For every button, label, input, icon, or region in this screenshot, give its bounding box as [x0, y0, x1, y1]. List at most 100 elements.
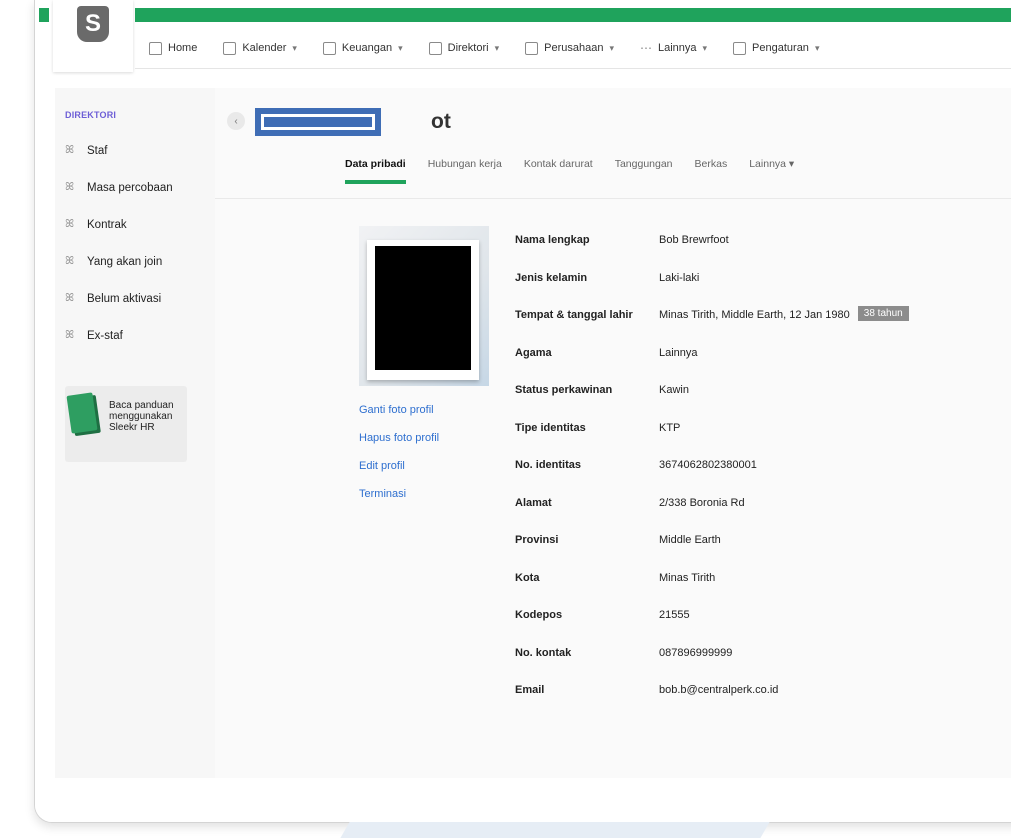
nav-home-label: Home	[168, 42, 198, 54]
nav-company[interactable]: Perusahaan ▾	[525, 41, 614, 55]
nav-more[interactable]: ⋯ Lainnya ▾	[640, 41, 707, 55]
profile-photo	[375, 246, 471, 370]
detail-value-text: 3674062802380001	[659, 459, 757, 471]
detail-value-text: 087896999999	[659, 646, 733, 659]
detail-row: Email bob.b@centralperk.co.id	[515, 684, 909, 722]
personal-details: Nama lengkap Bob Brewrfoot Jenis kelamin…	[515, 234, 909, 722]
detail-value: Minas Tirith	[659, 572, 715, 610]
sidebar-heading: DIREKTORI	[65, 110, 117, 120]
nav-home[interactable]: Home	[149, 41, 198, 55]
guide-line: Sleekr HR	[109, 422, 155, 433]
chevron-down-icon: ▾	[609, 42, 614, 53]
tab-files[interactable]: Berkas	[695, 158, 728, 184]
sidebar-item-label: Ex-staf	[87, 329, 123, 342]
nav-calendar[interactable]: Kalender ▾	[223, 41, 297, 55]
detail-label: Tipe identitas	[515, 421, 586, 434]
tab-personal-data[interactable]: Data pribadi	[345, 158, 406, 184]
book-icon	[66, 392, 98, 434]
brand-bar-left	[39, 8, 49, 22]
tab-more[interactable]: Lainnya ▾	[749, 158, 794, 184]
nav-calendar-label: Kalender	[242, 42, 287, 54]
main-content: ‹ Bob Brewrfoot Data pribadi Hubungan ke…	[215, 88, 1011, 778]
detail-label: No. identitas	[515, 459, 582, 471]
detail-label: Email	[515, 684, 545, 696]
guide-text: Baca panduan menggunakan Sleekr HR	[109, 400, 174, 433]
sidebar-item-ex-staff[interactable]: ꕤ Ex-staf	[65, 317, 173, 354]
sidebar-item-staff[interactable]: ꕤ Staf	[65, 132, 173, 169]
sidebar-item-probation[interactable]: ꕤ Masa percobaan	[65, 169, 173, 206]
detail-row: Status perkawinan Kawin	[515, 384, 909, 422]
tab-employment[interactable]: Hubungan kerja	[428, 158, 502, 184]
nav-settings[interactable]: Pengaturan ▾	[733, 41, 820, 55]
detail-value: Middle Earth	[659, 534, 721, 572]
detail-value-text: 2/338 Boronia Rd	[659, 496, 745, 509]
sidebar-item-label: Masa percobaan	[87, 181, 173, 194]
detail-row: Alamat 2/338 Boronia Rd	[515, 497, 909, 535]
detail-row: Agama Lainnya	[515, 347, 909, 385]
sidebar-item-contract[interactable]: ꕤ Kontrak	[65, 206, 173, 243]
back-button[interactable]: ‹	[227, 112, 245, 130]
profile-actions: Ganti foto profil Hapus foto profil Edit…	[359, 404, 439, 516]
detail-row: Nama lengkap Bob Brewrfoot	[515, 234, 909, 272]
sidebar: DIREKTORI ꕤ Staf ꕤ Masa percobaan ꕤ Kont…	[55, 88, 215, 778]
sidebar-list: ꕤ Staf ꕤ Masa percobaan ꕤ Kontrak ꕤ Yang…	[65, 132, 173, 354]
detail-value-text: Bob Brewrfoot	[659, 234, 729, 246]
change-photo-link[interactable]: Ganti foto profil	[359, 404, 439, 432]
detail-value-text: Kawin	[659, 384, 689, 396]
chevron-down-icon: ▾	[292, 42, 297, 53]
detail-label: Jenis kelamin	[515, 271, 588, 284]
detail-row: Kota Minas Tirith	[515, 572, 909, 610]
terminate-link[interactable]: Terminasi	[359, 488, 439, 516]
detail-row: No. identitas 3674062802380001	[515, 459, 909, 497]
nav-company-label: Perusahaan	[544, 42, 604, 54]
nav-directory[interactable]: Direktori ▾	[428, 41, 499, 55]
detail-value-text: bob.b@centralperk.co.id	[659, 684, 779, 696]
guide-card[interactable]: Baca panduan menggunakan Sleekr HR	[65, 386, 187, 462]
finance-icon	[322, 41, 336, 55]
directory-icon	[428, 41, 442, 55]
age-badge: 38 tahun	[857, 306, 909, 321]
redaction-inner	[261, 114, 375, 130]
people-icon: ꕤ	[65, 329, 75, 341]
brand-bar	[135, 8, 1011, 22]
detail-label: Nama lengkap	[515, 234, 590, 246]
chevron-down-icon: ▾	[398, 42, 403, 53]
chevron-down-icon: ▾	[814, 42, 820, 53]
detail-row: Tipe identitas KTP	[515, 422, 909, 460]
redaction-box	[255, 108, 381, 136]
detail-row: Jenis kelamin Laki-laki	[515, 272, 909, 310]
people-icon: ꕤ	[65, 255, 75, 267]
detail-label: Provinsi	[515, 534, 559, 546]
sidebar-item-joining[interactable]: ꕤ Yang akan join	[65, 243, 173, 280]
detail-value-text: Minas Tirith	[659, 571, 716, 584]
nav-finance[interactable]: Keuangan ▾	[322, 41, 403, 55]
detail-value-text: 21555	[659, 609, 690, 621]
sidebar-item-label: Yang akan join	[87, 255, 163, 268]
footer	[35, 780, 1011, 822]
detail-label: Alamat	[515, 496, 552, 509]
chevron-left-icon: ‹	[234, 115, 238, 127]
tab-emergency-contact[interactable]: Kontak darurat	[524, 158, 593, 184]
detail-row: Tempat & tanggal lahir Minas Tirith, Mid…	[515, 306, 909, 347]
top-navigation: Home Kalender ▾ Keuangan ▾ Direktori ▾ P…	[149, 30, 1011, 66]
detail-row: Kodepos 21555	[515, 609, 909, 647]
detail-value: bob.b@centralperk.co.id	[659, 684, 778, 722]
detail-value: Kawin	[659, 384, 689, 422]
settings-icon	[733, 41, 747, 55]
sidebar-item-inactive[interactable]: ꕤ Belum aktivasi	[65, 280, 173, 317]
edit-profile-link[interactable]: Edit profil	[359, 460, 439, 488]
logo-container[interactable]: S	[53, 0, 133, 72]
calendar-icon	[223, 41, 237, 55]
people-icon: ꕤ	[65, 218, 75, 230]
detail-value: KTP	[659, 422, 680, 460]
detail-label: Status perkawinan	[515, 384, 613, 396]
delete-photo-link[interactable]: Hapus foto profil	[359, 432, 439, 460]
more-icon: ⋯	[639, 41, 652, 55]
nav-more-label: Lainnya	[657, 42, 697, 54]
sidebar-item-label: Staf	[87, 144, 108, 157]
detail-value: Lainnya	[659, 347, 698, 385]
background-decoration	[340, 822, 770, 838]
tab-dependents[interactable]: Tanggungan	[615, 158, 673, 184]
detail-value: 21555	[659, 609, 690, 647]
detail-value: Minas Tirith, Middle Earth, 12 Jan 1980 …	[659, 306, 909, 347]
